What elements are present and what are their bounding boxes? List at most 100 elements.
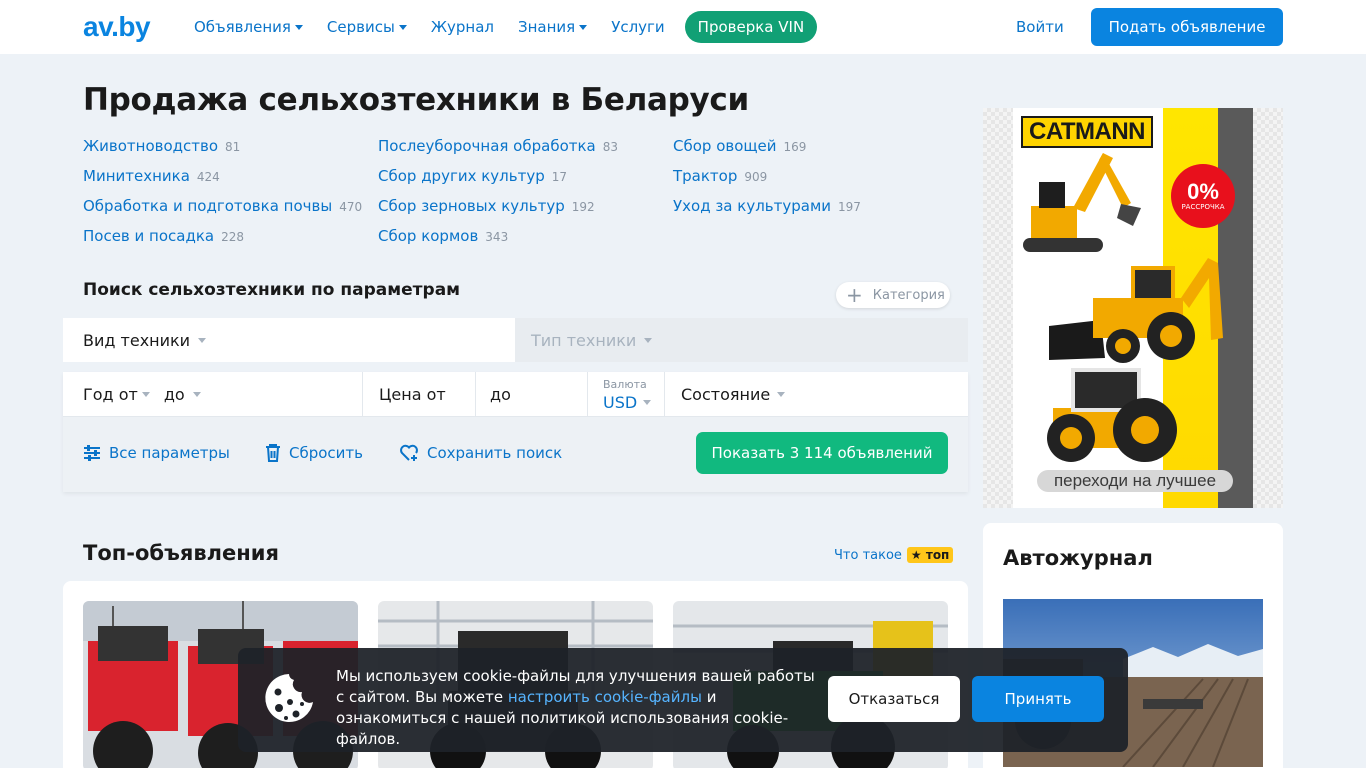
cookie-settings-link[interactable]: настроить cookie-файлы <box>508 688 702 706</box>
category-label: Сбор овощей <box>673 137 777 155</box>
category-count: 197 <box>838 200 861 214</box>
category-link[interactable]: Сбор зерновых культур 192 <box>378 197 618 227</box>
category-link[interactable]: Сбор овощей 169 <box>673 137 861 167</box>
price-from-input[interactable]: Цена от <box>363 372 476 417</box>
year-to-select[interactable]: до <box>164 385 201 404</box>
plus-icon: + <box>846 283 863 307</box>
all-params-button[interactable]: Все параметры <box>83 444 230 462</box>
category-column: Животноводство 81 Минитехника 424 Обработк… <box>83 137 362 257</box>
category-label: Сбор кормов <box>378 227 479 245</box>
main-nav: Объявления Сервисы Журнал Знания Услуги … <box>194 0 818 54</box>
chevron-down-icon <box>192 392 201 397</box>
chevron-down-icon <box>198 337 207 343</box>
search-panel: Год от до Цена от до Валюта USD Состояни… <box>63 372 968 492</box>
category-label: Животноводство <box>83 137 219 155</box>
search-title: Поиск сельхозтехники по параметрам <box>83 280 461 300</box>
category-label: Уход за культурами <box>673 197 832 215</box>
category-count: 909 <box>744 170 768 184</box>
category-label: Послеуборочная обработка <box>378 137 596 155</box>
condition-select[interactable]: Состояние <box>665 372 968 417</box>
save-search-button[interactable]: Сохранить поиск <box>399 444 562 462</box>
site-header: av.by Объявления Сервисы Журнал Знания У… <box>0 0 1366 54</box>
chip-label: Категория <box>872 287 945 303</box>
page-title: Продажа сельхозтехники в Беларуси <box>83 82 749 118</box>
nav-label: Объявления <box>194 18 291 36</box>
action-label: Сбросить <box>289 444 363 462</box>
nav-label: Сервисы <box>326 18 395 36</box>
nav-item-journal[interactable]: Журнал <box>431 18 494 36</box>
year-from-select[interactable]: Год от <box>83 385 150 404</box>
category-count: 470 <box>339 200 363 214</box>
ad-banner[interactable]: CATMANN 0% РАССРОЧКА переходи на лучшее <box>983 108 1283 508</box>
nav-label: Знания <box>517 18 576 36</box>
category-label: Сбор зерновых культур <box>378 197 565 215</box>
currency-label: Валюта <box>603 378 647 391</box>
price-to-input[interactable]: до <box>476 372 588 417</box>
action-label: Сохранить поиск <box>427 444 563 462</box>
add-category-button[interactable]: + Категория <box>836 282 950 308</box>
action-label: Все параметры <box>109 444 230 462</box>
category-label: Обработка и подготовка почвы <box>83 197 333 215</box>
chevron-down-icon <box>579 24 588 30</box>
currency-select[interactable]: Валюта USD <box>588 372 665 417</box>
ad-creative: CATMANN 0% РАССРОЧКА переходи на лучшее <box>1013 108 1253 508</box>
nav-item-services[interactable]: Сервисы <box>327 18 407 36</box>
category-link[interactable]: Минитехника 424 <box>83 167 362 197</box>
category-link[interactable]: Трактор 909 <box>673 167 861 197</box>
category-count: 81 <box>225 140 241 154</box>
category-link[interactable]: Уход за культурами 197 <box>673 197 861 227</box>
reset-button[interactable]: Сбросить <box>265 444 363 462</box>
nav-item-services-paid[interactable]: Услуги <box>611 18 664 36</box>
journal-title[interactable]: Автожурнал <box>1003 546 1153 570</box>
post-listing-button[interactable]: Подать объявление <box>1091 8 1283 46</box>
select-label: до <box>163 385 185 404</box>
category-link[interactable]: Посев и посадка 228 <box>83 227 362 257</box>
cookie-icon <box>265 674 313 722</box>
cookie-refuse-button[interactable]: Отказаться <box>828 676 960 722</box>
category-link[interactable]: Сбор других культур 17 <box>378 167 618 197</box>
vehicle-type-select[interactable]: Тип техники <box>515 318 968 362</box>
nav-label: Журнал <box>430 18 494 36</box>
category-column: Послеуборочная обработка 83 Сбор других к… <box>378 137 618 257</box>
ad-background-pattern <box>983 108 1013 508</box>
top-listings-title: Топ-объявления <box>83 541 279 565</box>
cookie-accept-button[interactable]: Принять <box>972 676 1104 722</box>
top-badge: ★ топ <box>906 547 954 563</box>
cookie-text: Мы используем cookie-файлы для улучшения… <box>336 666 816 750</box>
category-count: 17 <box>551 170 568 184</box>
select-label: Тип техники <box>531 330 637 350</box>
what-is-top-link[interactable]: Что такое ★ топ <box>834 547 954 563</box>
nav-label: Услуги <box>611 18 665 36</box>
vehicle-kind-select[interactable]: Вид техники <box>63 318 515 362</box>
category-count: 192 <box>571 200 595 214</box>
search-row-params: Год от до Цена от до Валюта USD Состояни… <box>63 372 968 417</box>
nav-item-listings[interactable]: Объявления <box>194 18 303 36</box>
category-link[interactable]: Сбор кормов 343 <box>378 227 618 257</box>
login-link[interactable]: Войти <box>1016 18 1064 36</box>
chevron-down-icon <box>398 24 407 30</box>
category-label: Сбор других культур <box>378 167 545 185</box>
chevron-down-icon <box>643 400 652 405</box>
site-logo[interactable]: av.by <box>83 13 151 41</box>
category-link[interactable]: Обработка и подготовка почвы 470 <box>83 197 362 227</box>
category-link[interactable]: Животноводство 81 <box>83 137 362 167</box>
select-label: Год от <box>83 385 138 404</box>
nav-item-knowledge[interactable]: Знания <box>517 18 588 36</box>
category-count: 424 <box>196 170 220 184</box>
category-count: 228 <box>221 230 245 244</box>
category-link[interactable]: Послеуборочная обработка 83 <box>378 137 618 167</box>
vin-check-button[interactable]: Проверка VIN <box>684 11 818 43</box>
category-count: 169 <box>783 140 807 154</box>
category-column: Сбор овощей 169 Трактор 909 Уход за культу… <box>673 137 861 227</box>
currency-code: USD <box>603 393 638 412</box>
chevron-down-icon <box>294 24 303 30</box>
currency-value: USD <box>603 393 652 412</box>
ad-background-pattern <box>1253 108 1283 508</box>
show-results-button[interactable]: Показать 3 114 объявлений <box>696 432 948 474</box>
category-count: 343 <box>485 230 509 244</box>
excavator-image <box>1023 153 1223 462</box>
chevron-down-icon <box>777 392 786 397</box>
category-count: 83 <box>602 140 619 154</box>
select-label: Вид техники <box>83 330 191 350</box>
chevron-down-icon <box>141 392 150 397</box>
